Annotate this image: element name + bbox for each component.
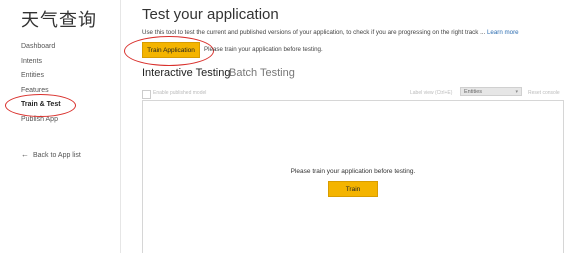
reset-console-button[interactable]: Reset console (528, 90, 560, 96)
chevron-down-icon: ▾ (515, 89, 518, 95)
learn-more-link[interactable]: Learn more (487, 29, 519, 36)
sidebar-item-train-test[interactable]: Train & Test (21, 101, 61, 108)
app-title: 天气查询 (21, 10, 97, 31)
enable-published-checkbox[interactable] (142, 90, 151, 99)
enable-published-label: Enable published model (153, 90, 207, 96)
train-button[interactable]: Train (328, 181, 378, 197)
main-content: Test your application Use this tool to t… (124, 0, 576, 253)
back-link-label: Back to App list (33, 152, 81, 159)
label-view-select[interactable]: Entities ▾ (460, 87, 522, 96)
sidebar: 天气查询 Dashboard Intents Entities Features… (0, 0, 121, 253)
train-application-button[interactable]: Train Application (142, 42, 200, 58)
tab-interactive-testing[interactable]: Interactive Testing (142, 67, 230, 79)
label-view-label: Label view (Ctrl+E) (410, 90, 453, 96)
tab-batch-testing[interactable]: Batch Testing (229, 67, 295, 79)
sidebar-item-intents[interactable]: Intents (21, 58, 42, 65)
description-text: Use this tool to test the current and pu… (142, 29, 486, 36)
back-to-app-list-link[interactable]: ← Back to App list (21, 150, 81, 159)
sidebar-item-features[interactable]: Features (21, 87, 49, 94)
label-view-value: Entities (464, 88, 483, 95)
train-note: Please train your application before tes… (204, 46, 323, 53)
panel-message: Please train your application before tes… (290, 168, 416, 175)
interactive-test-panel: Please train your application before tes… (142, 100, 564, 253)
arrow-left-icon: ← (21, 150, 29, 159)
sidebar-item-dashboard[interactable]: Dashboard (21, 43, 55, 50)
page-title: Test your application (142, 6, 279, 23)
sidebar-item-publish-app[interactable]: Publish App (21, 116, 58, 123)
sidebar-item-entities[interactable]: Entities (21, 72, 44, 79)
page-description: Use this tool to test the current and pu… (142, 29, 519, 36)
